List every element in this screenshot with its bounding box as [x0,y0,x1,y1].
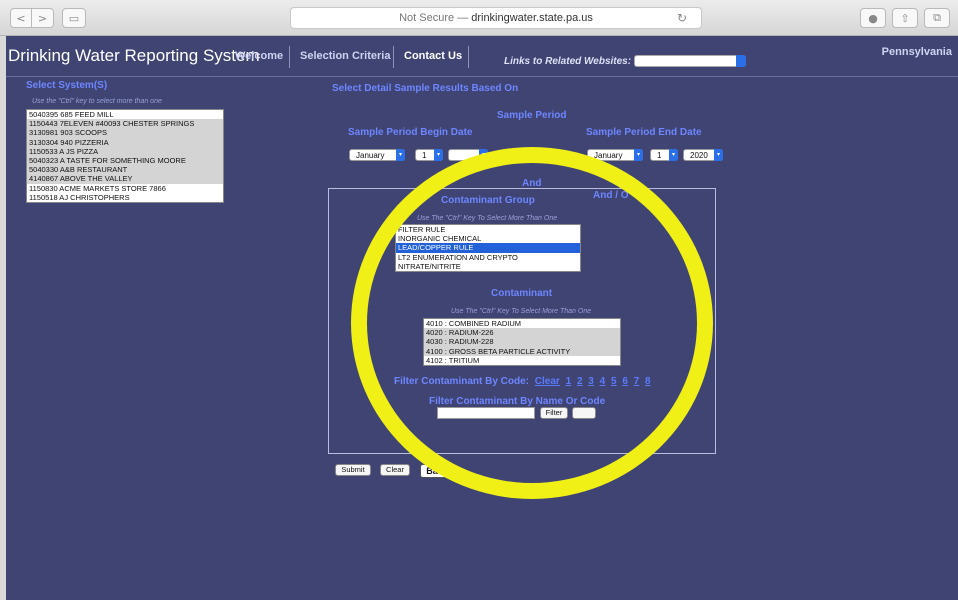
filter-reset-button[interactable] [572,407,596,419]
share-icon[interactable]: ⇧ [892,8,918,28]
list-item[interactable]: 3130981 903 SCOOPS [27,128,223,138]
submit-button[interactable]: Submit [335,464,371,476]
end-year-value: 2020 [690,151,708,160]
related-websites-select[interactable] [634,55,746,67]
system-listbox[interactable]: 5040395 685 FEED MILL 1150443 7ELEVEN #40… [26,109,224,203]
list-item[interactable]: 1150830 ACME MARKETS STORE 7866 [27,184,223,193]
end-day-select[interactable]: 1 ▾ [650,149,678,161]
list-item[interactable]: 4020 : RADIUM-226 [424,328,620,338]
list-item[interactable]: 5040323 A TASTE FOR SOMETHING MOORE [27,155,223,166]
back-arrow-icon[interactable]: < [10,8,32,28]
filter-code-link[interactable]: 1 [566,376,572,387]
select-system-hint: Use the "Ctrl" key to select more than o… [32,98,162,105]
header-divider [6,76,958,77]
tab-selection-criteria[interactable]: Selection Criteria [300,50,390,62]
list-item[interactable]: 3130304 940 PIZZERIA [27,137,223,147]
list-item[interactable]: 4030 : RADIUM-228 [424,337,620,347]
filter-name-input[interactable] [437,407,535,419]
end-month-value: January [594,151,623,160]
links-label: Links to Related Websites: [504,56,632,67]
tab-divider [468,46,469,68]
pennsylvania-label: Pennsylvania [881,46,952,58]
and-or-label: And / O [593,190,629,201]
filter-clear-link[interactable]: Clear [535,376,560,387]
back-button[interactable]: Back [420,464,454,478]
begin-month-value: January [356,151,385,160]
tab-divider [393,46,394,68]
begin-day-value: 1 [422,151,427,160]
begin-date-title: Sample Period Begin Date [348,127,473,138]
contaminant-group-hint: Use The "Ctrl" Key To Select More Than O… [417,215,558,222]
list-item[interactable]: 5040395 685 FEED MILL [27,110,223,119]
sample-period-title: Sample Period [497,110,567,121]
end-date-title: Sample Period End Date [586,127,702,138]
filter-code-link[interactable]: 7 [634,376,640,387]
tab-divider [289,46,290,68]
list-item[interactable]: 1150533 A JS PIZZA [27,146,223,156]
filter-button[interactable]: Filter [540,407,568,419]
list-item[interactable]: LEAD/COPPER RULE [396,243,580,253]
contaminant-hint: Use The "Ctrl" Key To Select More Than O… [451,308,592,315]
contaminant-group-title: Contaminant Group [441,195,535,206]
forward-arrow-icon[interactable]: > [32,8,54,28]
sidebar-icon[interactable]: ▭ [62,8,86,28]
download-icon[interactable]: ● [860,8,886,28]
filter-code-link[interactable]: 5 [611,376,617,387]
contaminant-title: Contaminant [491,288,553,299]
nav-buttons: < > ▭ [10,8,86,28]
url-host: drinkingwater.state.pa.us [471,12,593,24]
chevron-down-icon: ▾ [669,149,678,161]
list-item[interactable]: 5040330 A&B RESTAURANT [27,165,223,175]
filter-by-code: Filter Contaminant By Code: Clear 1 2 3 … [394,376,651,387]
end-year-select[interactable]: 2020 ▾ [683,149,723,161]
filter-by-code-label: Filter Contaminant By Code: [394,376,530,387]
address-bar[interactable]: Not Secure — drinkingwater.state.pa.us ↻ [290,7,702,29]
list-item[interactable]: NITRATE/NITRITE [396,262,580,271]
chevron-down-icon: ▾ [479,149,488,161]
site-header: Drinking Water Reporting System Welcome … [6,42,958,70]
not-secure-label: Not Secure — [399,12,472,24]
filter-by-name-title: Filter Contaminant By Name Or Code [429,396,606,407]
filter-code-link[interactable]: 3 [588,376,594,387]
clear-button[interactable]: Clear [380,464,410,476]
list-item[interactable]: FILTER RULE [396,225,580,234]
begin-day-select[interactable]: 1 ▾ [415,149,443,161]
filter-code-link[interactable]: 4 [600,376,606,387]
list-item[interactable]: 4010 : COMBINED RADIUM [424,319,620,328]
select-system-title: Select System(S) [26,80,108,91]
end-day-value: 1 [657,151,662,160]
chevron-down-icon: ▾ [396,149,405,161]
filter-code-link[interactable]: 2 [577,376,583,387]
reload-icon[interactable]: ↻ [677,8,687,28]
site-title: Drinking Water Reporting System [8,46,260,65]
list-item[interactable]: LT2 ENUMERATION AND CRYPTO [396,253,580,262]
browser-actions: ● ⇧ ⧉ [860,8,950,28]
begin-month-select[interactable]: January ▾ [349,149,405,161]
chevron-down-icon: ▾ [434,149,443,161]
filter-code-link[interactable]: 8 [645,376,651,387]
end-month-select[interactable]: January ▾ [587,149,643,161]
tab-welcome[interactable]: Welcome [235,50,283,62]
browser-toolbar: < > ▭ Not Secure — drinkingwater.state.p… [0,0,958,36]
list-item[interactable]: 4102 : TRITIUM [424,356,620,365]
list-item[interactable]: 1150443 7ELEVEN #40093 CHESTER SPRINGS [27,119,223,129]
chevron-down-icon: ▾ [714,149,723,161]
list-item[interactable]: 4100 : GROSS BETA PARTICLE ACTIVITY [424,346,620,356]
filter-code-link[interactable]: 6 [622,376,628,387]
tabs-icon[interactable]: ⧉ [924,8,950,28]
chevron-down-icon [736,55,746,67]
chevron-down-icon: ▾ [634,149,643,161]
tab-contact-us[interactable]: Contact Us [404,50,462,62]
page-content: Drinking Water Reporting System Welcome … [6,36,958,600]
contaminant-listbox[interactable]: 4010 : COMBINED RADIUM 4020 : RADIUM-226 4… [423,318,621,366]
detail-results-title: Select Detail Sample Results Based On [332,83,519,94]
list-item[interactable]: 4140867 ABOVE THE VALLEY [27,174,223,184]
list-item[interactable]: INORGANIC CHEMICAL [396,234,580,243]
begin-year-select[interactable]: ▾ [448,149,488,161]
list-item[interactable]: 1150518 AJ CHRISTOPHERS [27,193,223,202]
contaminant-group-listbox[interactable]: FILTER RULE INORGANIC CHEMICAL LEAD/COPPER… [395,224,581,272]
